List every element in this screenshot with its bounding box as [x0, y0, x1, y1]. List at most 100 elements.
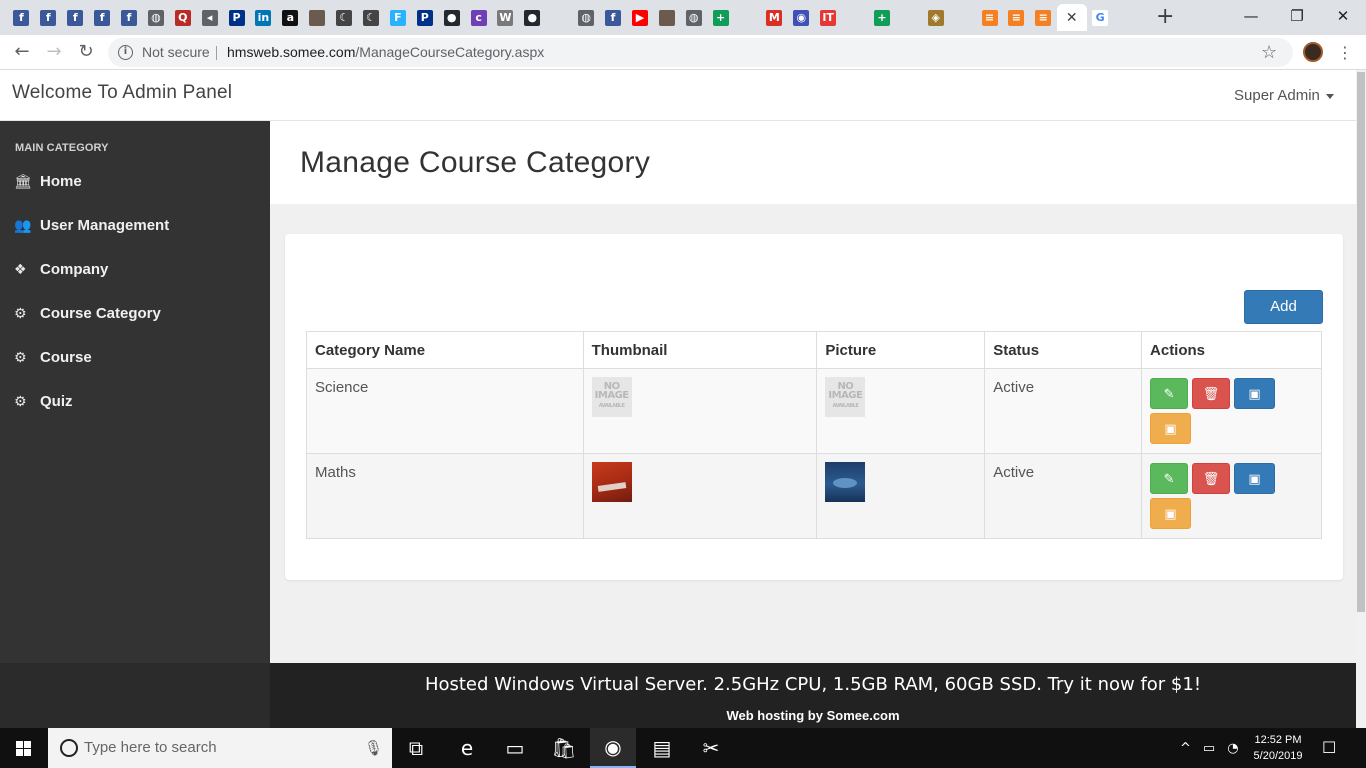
browser-tab[interactable]: + — [707, 4, 734, 31]
add-button[interactable]: Add — [1244, 290, 1323, 324]
browser-tab[interactable]: ◍ — [142, 4, 169, 31]
sidebar-item-company[interactable]: ❖ Company — [0, 250, 270, 290]
edit-button[interactable]: ✎ — [1150, 378, 1189, 409]
wifi-icon[interactable]: ◔ — [1227, 741, 1238, 756]
browser-tab[interactable]: f — [8, 4, 35, 31]
new-tab-button[interactable]: + — [1156, 6, 1174, 28]
delete-button[interactable]: 🗑 — [1192, 378, 1231, 409]
user-menu[interactable]: Super Admin — [1234, 70, 1334, 122]
browser-tab[interactable]: f — [35, 4, 62, 31]
address-bar[interactable]: i Not secure hmsweb.somee.com/ManageCour… — [108, 38, 1293, 67]
browser-tab[interactable]: F — [384, 4, 411, 31]
upload-picture-button[interactable]: ▣ — [1150, 498, 1192, 529]
browser-tab[interactable]: G — [1087, 4, 1114, 31]
close-window-button[interactable]: ✕ — [1320, 4, 1366, 28]
browser-tab[interactable]: c — [465, 4, 492, 31]
browser-tab[interactable]: ≡ — [1003, 4, 1030, 31]
back-button[interactable]: ← — [10, 40, 34, 64]
bookmark-star-icon[interactable]: ☆ — [1261, 38, 1277, 67]
status-cell: Active — [984, 368, 1143, 454]
browser-tab[interactable]: ◈ — [922, 4, 949, 31]
minimize-button[interactable]: — — [1228, 4, 1274, 28]
tray-chevron-icon[interactable]: ^ — [1180, 741, 1191, 756]
browser-tab[interactable]: in — [250, 4, 277, 31]
browser-tab[interactable]: f — [62, 4, 89, 31]
task-view-icon[interactable]: ⧉ — [393, 728, 439, 768]
active-browser-tab[interactable]: ✕ — [1056, 4, 1087, 31]
url-path: /ManageCourseCategory.aspx — [355, 44, 545, 60]
ad-subtext[interactable]: Web hosting by Somee.com — [0, 707, 1356, 725]
reload-button[interactable]: ↻ — [74, 40, 98, 64]
security-label[interactable]: Not secure — [142, 38, 210, 67]
browser-tab[interactable]: f — [116, 4, 143, 31]
browser-tab[interactable]: W — [492, 4, 519, 31]
browser-tab[interactable]: a — [277, 4, 304, 31]
browser-tab[interactable]: ☾ — [358, 4, 385, 31]
browser-tab[interactable]: ◂ — [196, 4, 223, 31]
close-tab-icon[interactable]: ✕ — [1066, 10, 1078, 26]
browser-tab[interactable]: f — [600, 4, 627, 31]
ad-text[interactable]: Hosted Windows Virtual Server. 2.5GHz CP… — [0, 673, 1356, 697]
sidebar-item-quiz[interactable]: ⚙ Quiz — [0, 382, 270, 422]
sidebar-item-course-category[interactable]: ⚙ Course Category — [0, 294, 270, 334]
start-button[interactable] — [0, 728, 48, 768]
browser-tab[interactable] — [734, 4, 761, 31]
browser-tab[interactable]: P — [411, 4, 438, 31]
hosting-ad-banner[interactable]: Hosted Windows Virtual Server. 2.5GHz CP… — [0, 663, 1366, 728]
browser-tab[interactable]: ● — [438, 4, 465, 31]
edit-button[interactable]: ✎ — [1150, 463, 1189, 494]
notifications-icon[interactable]: ☐ — [1322, 728, 1336, 768]
category-name-cell: Maths — [306, 453, 584, 539]
browser-tab[interactable]: ◍ — [680, 4, 707, 31]
amazon-icon: a — [282, 9, 299, 26]
browser-tab[interactable]: ≡ — [1030, 4, 1057, 31]
browser-tab[interactable] — [949, 4, 976, 31]
taskbar-clock[interactable]: 12:52 PM 5/20/2019 — [1248, 732, 1308, 764]
browser-tab[interactable]: M — [761, 4, 788, 31]
upload-thumbnail-button[interactable]: ▣ — [1234, 378, 1276, 409]
browser-tab[interactable]: Q — [169, 4, 196, 31]
paypal-icon: P — [416, 9, 433, 26]
browser-tab[interactable]: ▶ — [626, 4, 653, 31]
notepad-icon[interactable]: ▤ — [639, 728, 685, 768]
chrome-icon[interactable]: ◉ — [590, 728, 636, 768]
taskbar-search[interactable]: Type here to search 🎙 — [48, 728, 392, 768]
file-explorer-icon[interactable]: ▭ — [492, 728, 538, 768]
browser-tab[interactable]: ● — [519, 4, 546, 31]
tools-icon[interactable]: ✂ — [688, 728, 734, 768]
edge-icon[interactable]: e — [444, 728, 490, 768]
browser-tab[interactable] — [304, 4, 331, 31]
browser-tab[interactable]: ≡ — [976, 4, 1003, 31]
globe-icon: ◍ — [147, 9, 164, 26]
delete-button[interactable]: 🗑 — [1192, 463, 1231, 494]
sidebar-item-course[interactable]: ⚙ Course — [0, 338, 270, 378]
browser-menu-icon[interactable]: ⋮ — [1337, 35, 1353, 70]
browser-tab[interactable] — [653, 4, 680, 31]
browser-tab[interactable] — [895, 4, 922, 31]
store-icon[interactable]: 🛍 — [541, 728, 587, 768]
network-icon[interactable]: ▭ — [1203, 741, 1215, 756]
restore-button[interactable]: ❐ — [1274, 4, 1320, 28]
browser-tab[interactable]: P — [223, 4, 250, 31]
scrollbar-thumb[interactable] — [1357, 72, 1365, 612]
upload-thumbnail-button[interactable]: ▣ — [1234, 463, 1276, 494]
column-header: Thumbnail — [582, 331, 818, 369]
sidebar-item-home[interactable]: 🏛 Home — [0, 162, 270, 202]
browser-tab[interactable]: ◍ — [573, 4, 600, 31]
upload-picture-button[interactable]: ▣ — [1150, 413, 1192, 444]
page-scrollbar[interactable] — [1356, 70, 1366, 728]
info-icon[interactable]: i — [118, 45, 133, 60]
browser-tab[interactable] — [842, 4, 869, 31]
brand-title[interactable]: Welcome To Admin Panel — [12, 70, 232, 116]
url-text[interactable]: hmsweb.somee.com/ManageCourseCategory.as… — [227, 38, 544, 67]
browser-tab[interactable]: ☾ — [331, 4, 358, 31]
forward-button[interactable]: → — [42, 40, 66, 64]
profile-avatar[interactable] — [1303, 42, 1323, 62]
browser-tab[interactable]: f — [89, 4, 116, 31]
browser-tab[interactable]: ◉ — [788, 4, 815, 31]
microphone-icon[interactable]: 🎙 — [364, 728, 383, 768]
browser-tab[interactable]: IT — [815, 4, 842, 31]
browser-tab[interactable]: + — [869, 4, 896, 31]
browser-tab[interactable] — [546, 4, 573, 31]
sidebar-item-user-management[interactable]: 👥 User Management — [0, 206, 270, 246]
